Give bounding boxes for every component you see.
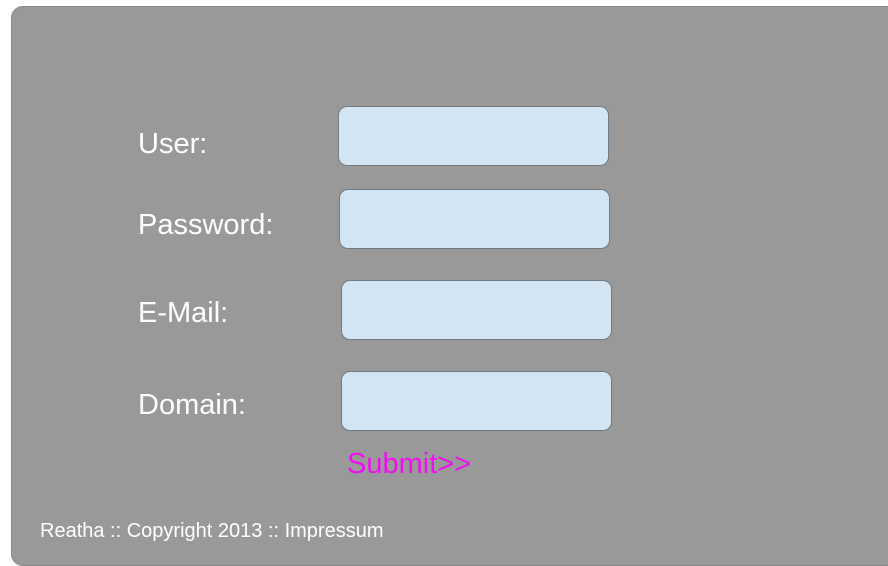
- user-input[interactable]: [338, 106, 609, 166]
- email-label: E-Mail:: [138, 297, 229, 329]
- domain-label: Domain:: [138, 389, 246, 421]
- email-input[interactable]: [341, 280, 612, 340]
- domain-input[interactable]: [341, 371, 612, 431]
- submit-link[interactable]: Submit>>: [347, 447, 471, 481]
- user-label: User:: [138, 128, 208, 160]
- password-input[interactable]: [339, 189, 610, 249]
- password-label: Password:: [138, 209, 274, 241]
- footer-text: Reatha :: Copyright 2013 :: Impressum: [40, 520, 384, 542]
